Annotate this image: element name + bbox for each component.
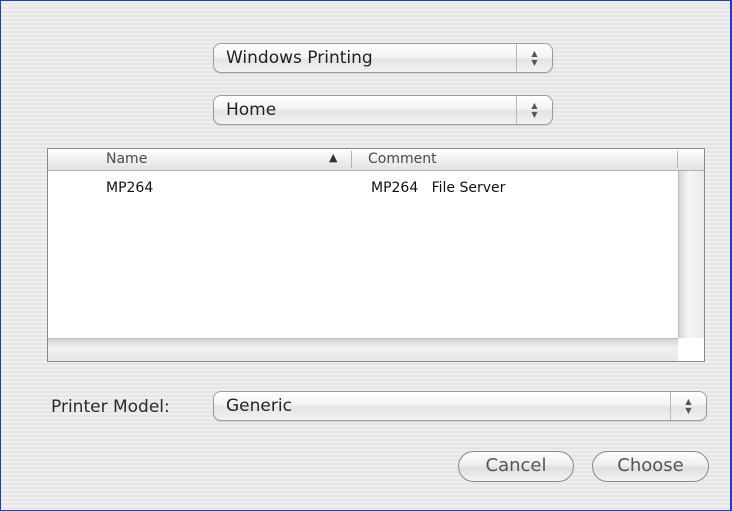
column-header-name[interactable]: Name: [106, 151, 147, 167]
column-header-comment[interactable]: Comment: [368, 151, 437, 167]
printer-model-popup[interactable]: Generic ▲ ▼: [213, 391, 707, 421]
up-down-arrows-icon: ▲ ▼: [516, 44, 552, 72]
workgroup-popup[interactable]: Home ▲ ▼: [213, 95, 553, 125]
cancel-button[interactable]: Cancel: [458, 451, 574, 482]
printer-browser-list: Name ▲ Comment MP264 MP264 File Server: [47, 148, 705, 362]
printing-service-popup[interactable]: Windows Printing ▲ ▼: [213, 43, 553, 73]
printing-service-value: Windows Printing: [226, 48, 373, 68]
scrollbar-corner: [678, 338, 704, 361]
up-down-arrows-icon: ▲ ▼: [516, 96, 552, 124]
column-divider[interactable]: [351, 151, 352, 168]
column-header-row: Name ▲ Comment: [48, 149, 704, 171]
printer-comment-cell: MP264 File Server: [371, 180, 506, 196]
printer-row[interactable]: MP264 MP264 File Server: [48, 176, 678, 198]
column-divider[interactable]: [677, 151, 678, 168]
sort-ascending-icon[interactable]: ▲: [329, 151, 337, 164]
choose-button[interactable]: Choose: [592, 451, 709, 482]
horizontal-scrollbar[interactable]: [48, 338, 678, 361]
vertical-scrollbar[interactable]: [678, 171, 704, 338]
workgroup-value: Home: [226, 100, 277, 120]
printer-model-label: Printer Model:: [51, 397, 170, 417]
print-dialog-window: Windows Printing ▲ ▼ Home ▲ ▼ Name ▲ Comme…: [1, 1, 730, 510]
printer-name-cell: MP264: [106, 180, 154, 196]
up-down-arrows-icon: ▲ ▼: [670, 392, 706, 420]
printer-model-value: Generic: [226, 396, 292, 416]
